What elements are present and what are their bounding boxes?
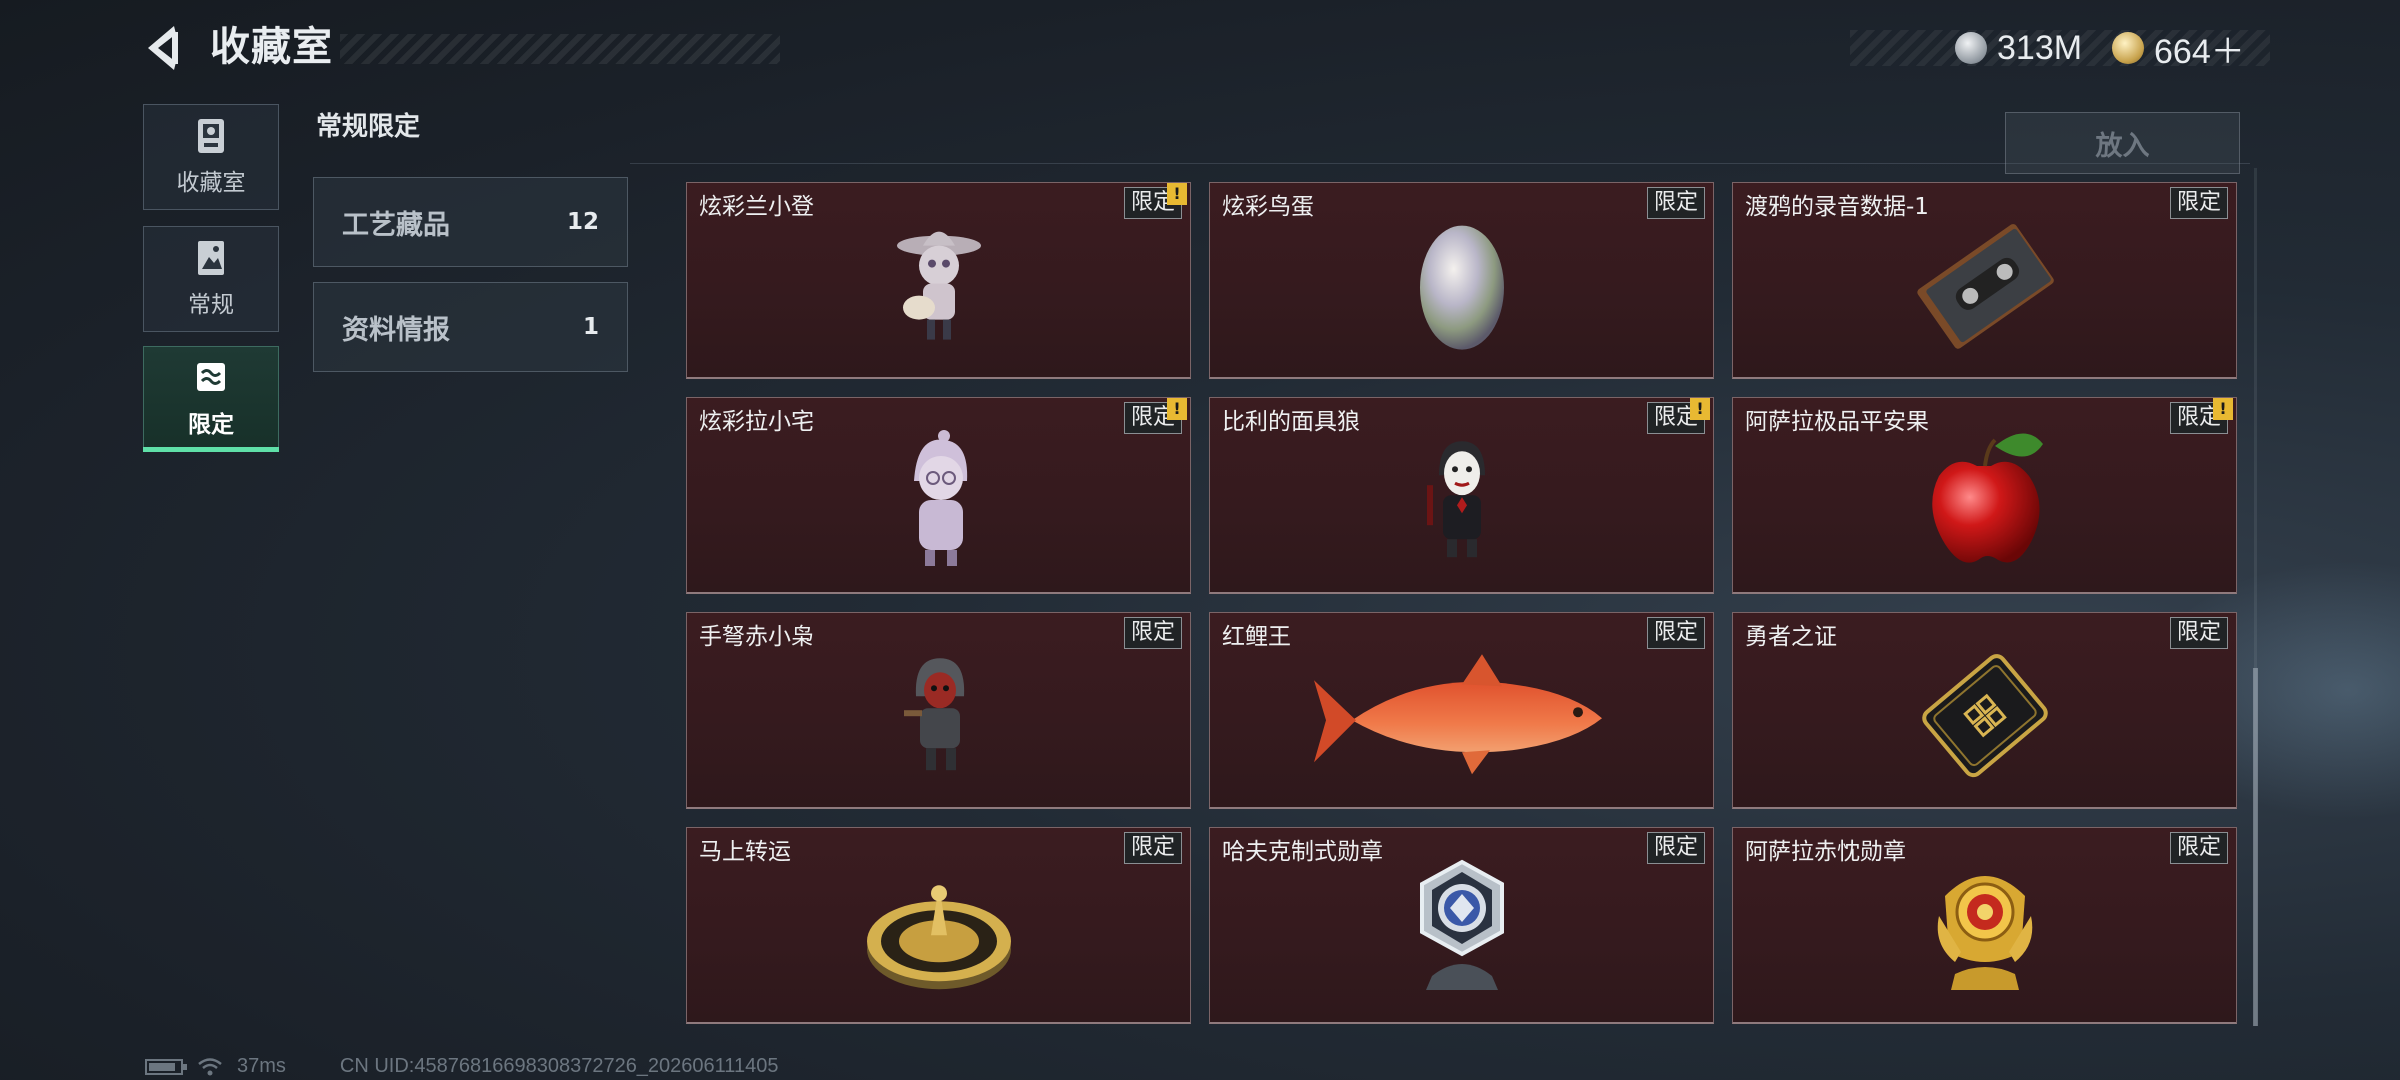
- item-name: 哈夫克制式勋章: [1222, 839, 1383, 865]
- item-name: 炫彩兰小登: [699, 194, 814, 220]
- sidebar-tab-limited[interactable]: 限定: [143, 346, 279, 452]
- limited-badge: 限定: [1123, 617, 1182, 649]
- currency-value: 313M: [1997, 28, 2083, 67]
- sidebar-tab-regular[interactable]: 常规: [143, 226, 279, 332]
- wifi-icon: [198, 1057, 222, 1075]
- item-name: 炫彩拉小宅: [699, 409, 814, 435]
- alert-icon: !: [1167, 183, 1187, 205]
- alert-icon: !: [1690, 398, 1710, 420]
- limited-badge: 限定: [2169, 617, 2228, 649]
- item-name: 手弩赤小枭: [699, 624, 814, 650]
- red-apple-icon: [1931, 433, 2043, 563]
- picture-icon: [198, 241, 224, 275]
- currency-value: 664＋: [2154, 32, 2245, 71]
- item-card[interactable]: 马上转运 限定: [686, 827, 1191, 1024]
- item-name: 阿萨拉赤忱勋章: [1745, 839, 1906, 865]
- item-name: 渡鸦的录音数据-1: [1745, 194, 1929, 220]
- item-card[interactable]: 炫彩拉小宅 限定 !: [686, 397, 1191, 594]
- currency-gold[interactable]: 664＋: [2112, 26, 2245, 71]
- category-name: 资料情报: [342, 314, 450, 346]
- pearl-egg-icon: [1419, 225, 1504, 350]
- limited-icon: [197, 363, 225, 391]
- section-title: 常规限定: [316, 112, 421, 142]
- sidebar-tab-collection[interactable]: 收藏室: [143, 104, 279, 210]
- item-card[interactable]: 勇者之证 限定: [1732, 612, 2237, 809]
- limited-badge: 限定: [1123, 832, 1182, 864]
- figure-hoodie-icon: [913, 430, 967, 566]
- item-card[interactable]: 炫彩兰小登 限定 !: [686, 182, 1191, 379]
- scrollbar-thumb[interactable]: [2253, 668, 2258, 1026]
- ping-value: 37ms: [237, 1055, 286, 1077]
- item-name: 比利的面具狼: [1222, 409, 1360, 435]
- title-wrap: 收藏室: [210, 22, 780, 72]
- back-arrow-icon: [148, 26, 178, 70]
- item-name: 炫彩鸟蛋: [1222, 194, 1314, 220]
- puppet-figure-icon: [1426, 441, 1485, 558]
- silver-coin-icon: [1955, 32, 1987, 64]
- black-card-icon: [1921, 654, 2048, 778]
- page-title: 收藏室: [210, 24, 333, 70]
- user-uid: CN UID:4587681669830837​2726_20260611140…: [339, 1055, 779, 1077]
- gold-wheel-icon: [866, 885, 1011, 990]
- item-card[interactable]: 手弩赤小枭 限定: [686, 612, 1191, 809]
- limited-badge: 限定: [2169, 187, 2228, 219]
- limited-badge: 限定: [1646, 617, 1705, 649]
- category-count: 1: [582, 314, 599, 340]
- trophy-icon: [198, 119, 224, 153]
- limited-badge: 限定: [1646, 832, 1705, 864]
- alert-icon: !: [2213, 398, 2233, 420]
- gold-medal-icon: [1937, 876, 2032, 990]
- item-card[interactable]: 渡鸦的录音数据-1 限定: [1732, 182, 2237, 379]
- item-name: 阿萨拉极品平安果: [1745, 409, 1929, 435]
- limited-badge: 限定: [1646, 187, 1705, 219]
- figure-sombrero-icon: [896, 231, 981, 340]
- red-carp-icon: [1313, 654, 1602, 775]
- category-name: 工艺藏品: [342, 209, 450, 241]
- item-name: 红鲤王: [1222, 624, 1291, 650]
- item-card[interactable]: 炫彩鸟蛋 限定: [1209, 182, 1714, 379]
- item-card[interactable]: 红鲤王 限定: [1209, 612, 1714, 809]
- hooded-figure-icon: [903, 658, 964, 771]
- category-intel-data[interactable]: 资料情报 1: [313, 282, 628, 372]
- sidebar-tab-label: 常规: [188, 292, 234, 318]
- back-button[interactable]: [140, 22, 184, 74]
- sidebar-tab-label: 收藏室: [176, 170, 246, 196]
- sidebar-tab-label: 限定: [188, 412, 234, 438]
- cassette-tape-icon: [1916, 224, 2054, 349]
- silver-medal-icon: [1419, 859, 1504, 990]
- limited-badge: 限定: [2169, 832, 2228, 864]
- put-in-button[interactable]: 放入: [2005, 112, 2240, 174]
- currency-silver: 313M: [1955, 26, 2082, 70]
- header: 收藏室 313M 664＋: [0, 0, 2400, 100]
- item-name: 勇者之证: [1745, 624, 1837, 650]
- item-name: 马上转运: [699, 839, 791, 865]
- category-count: 12: [566, 209, 599, 235]
- battery-icon: [145, 1058, 187, 1075]
- gold-coin-icon: [2112, 32, 2144, 64]
- item-card[interactable]: 阿萨拉赤忱勋章 限定: [1732, 827, 2237, 1024]
- category-craft-collectibles[interactable]: 工艺藏品 12: [313, 177, 628, 267]
- battery-fill: [149, 1062, 175, 1071]
- item-card[interactable]: 比利的面具狼 限定 !: [1209, 397, 1714, 594]
- status-bar: 37ms CN UID:4587681669830837​2726_202606…: [145, 1055, 778, 1078]
- item-card[interactable]: 阿萨拉极品平安果 限定 !: [1732, 397, 2237, 594]
- title-decoration: [340, 34, 780, 64]
- alert-icon: !: [1167, 398, 1187, 420]
- item-card[interactable]: 哈夫克制式勋章 限定: [1209, 827, 1714, 1024]
